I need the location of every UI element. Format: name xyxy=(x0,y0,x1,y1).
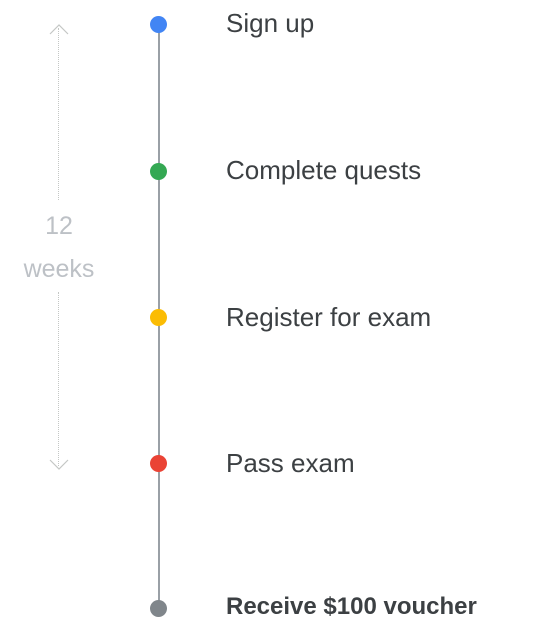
step-label-register-exam: Register for exam xyxy=(226,302,432,332)
chevron-down-icon xyxy=(49,459,69,470)
timeline-diagram: Sign up Complete quests Register for exa… xyxy=(0,0,534,618)
step-label-sign-up: Sign up xyxy=(226,8,315,38)
step-dot-sign-up xyxy=(150,16,167,33)
duration-dotted-line-bottom xyxy=(58,292,59,466)
step-label-pass-exam: Pass exam xyxy=(226,448,355,478)
step-dot-receive-voucher xyxy=(150,600,167,617)
step-dot-complete-quests xyxy=(150,163,167,180)
step-label-complete-quests: Complete quests xyxy=(226,155,422,185)
duration-number: 12 xyxy=(45,212,73,240)
step-label-receive-voucher: Receive $100 voucher xyxy=(226,593,477,618)
duration-unit: weeks xyxy=(23,255,95,283)
chevron-up-icon xyxy=(49,24,69,35)
step-dot-register-exam xyxy=(150,309,167,326)
step-dot-pass-exam xyxy=(150,455,167,472)
duration-dotted-line-top xyxy=(58,28,59,200)
